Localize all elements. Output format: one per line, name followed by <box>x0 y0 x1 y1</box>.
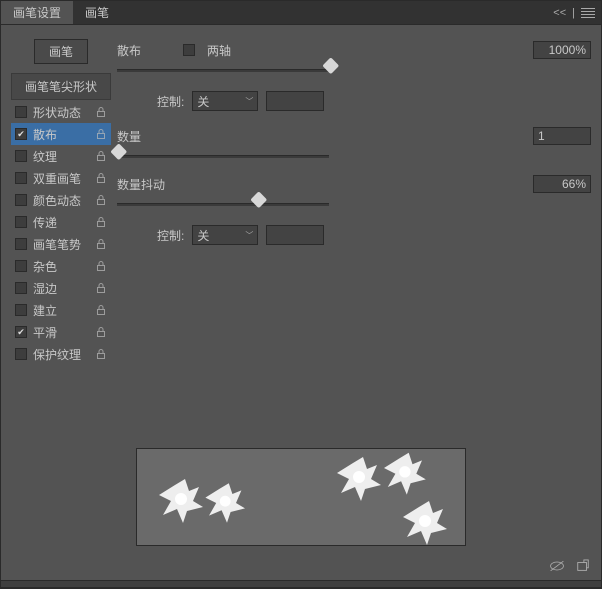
lock-icon[interactable] <box>95 282 107 294</box>
control-label: 控制: <box>157 93 184 110</box>
tab-brush[interactable]: 画笔 <box>73 1 121 24</box>
count-value[interactable]: 1 <box>533 127 591 145</box>
settings-main: 散布 两轴 1000% 控制: 关 ﹀ 数量 1 <box>117 33 595 448</box>
sidebar-option-3[interactable]: 双重画笔 <box>11 167 111 189</box>
checkbox[interactable] <box>15 282 27 294</box>
sidebar-option-7[interactable]: 杂色 <box>11 255 111 277</box>
label: 画笔笔尖形状 <box>25 80 97 94</box>
sidebar-option-8[interactable]: 湿边 <box>11 277 111 299</box>
lock-icon[interactable] <box>95 194 107 206</box>
sidebar-option-10[interactable]: 平滑 <box>11 321 111 343</box>
scatter-label: 散布 <box>117 42 173 59</box>
checkbox[interactable] <box>15 106 27 118</box>
brush-preview <box>136 448 466 546</box>
sidebar-option-2[interactable]: 纹理 <box>11 145 111 167</box>
lock-icon[interactable] <box>95 304 107 316</box>
brush-presets-button[interactable]: 画笔 <box>34 39 88 64</box>
checkbox[interactable] <box>15 238 27 250</box>
checkbox[interactable] <box>15 326 27 338</box>
preview-svg <box>137 449 466 546</box>
scatter-control-select[interactable]: 关 ﹀ <box>192 91 258 111</box>
count-slider[interactable] <box>117 149 329 163</box>
option-label: 建立 <box>33 302 89 319</box>
sidebar-option-5[interactable]: 传递 <box>11 211 111 233</box>
checkbox[interactable] <box>15 216 27 228</box>
lock-icon[interactable] <box>95 260 107 272</box>
sidebar-option-1[interactable]: 散布 <box>11 123 111 145</box>
option-label: 纹理 <box>33 148 89 165</box>
chevron-down-icon: ﹀ <box>245 96 253 107</box>
sidebar-option-11[interactable]: 保护纹理 <box>11 343 111 365</box>
option-label: 双重画笔 <box>33 170 89 187</box>
lock-icon[interactable] <box>95 128 107 140</box>
chevron-down-icon: ﹀ <box>245 230 253 241</box>
checkbox[interactable] <box>15 260 27 272</box>
new-preset-icon[interactable] <box>575 559 591 573</box>
both-axes-checkbox[interactable] <box>183 44 195 56</box>
brush-tip-shape[interactable]: 画笔笔尖形状 <box>11 73 111 100</box>
resize-bar[interactable] <box>1 580 601 588</box>
select-value: 关 <box>197 227 209 244</box>
count-jitter-value[interactable]: 66% <box>533 175 591 193</box>
checkbox[interactable] <box>15 150 27 162</box>
lock-icon[interactable] <box>95 106 107 118</box>
checkbox[interactable] <box>15 128 27 140</box>
option-label: 传递 <box>33 214 89 231</box>
option-label: 保护纹理 <box>33 346 89 363</box>
count-label: 数量 <box>117 128 173 145</box>
tab-brush-settings[interactable]: 画笔设置 <box>1 1 73 24</box>
collapse-icon[interactable]: << <box>553 7 566 19</box>
tab-label: 画笔 <box>85 4 109 21</box>
checkbox[interactable] <box>15 172 27 184</box>
option-label: 杂色 <box>33 258 89 275</box>
jitter-control-value[interactable] <box>266 225 324 245</box>
toggle-preview-icon[interactable] <box>549 559 565 573</box>
tab-bar: 画笔设置 画笔 << | <box>1 1 601 25</box>
lock-icon[interactable] <box>95 238 107 250</box>
select-value: 关 <box>197 93 209 110</box>
count-jitter-label: 数量抖动 <box>117 176 173 193</box>
lock-icon[interactable] <box>95 348 107 360</box>
checkbox[interactable] <box>15 348 27 360</box>
lock-icon[interactable] <box>95 326 107 338</box>
sidebar-option-6[interactable]: 画笔笔势 <box>11 233 111 255</box>
option-label: 散布 <box>33 126 89 143</box>
lock-icon[interactable] <box>95 216 107 228</box>
scatter-value[interactable]: 1000% <box>533 41 591 59</box>
option-label: 画笔笔势 <box>33 236 89 253</box>
sidebar-option-4[interactable]: 颜色动态 <box>11 189 111 211</box>
checkbox[interactable] <box>15 194 27 206</box>
count-jitter-slider[interactable] <box>117 197 329 211</box>
option-label: 颜色动态 <box>33 192 89 209</box>
label: 画笔 <box>49 45 73 59</box>
control-label: 控制: <box>157 227 184 244</box>
tab-label: 画笔设置 <box>13 4 61 21</box>
brush-settings-panel: 画笔设置 画笔 << | 画笔 画笔笔尖形状 形状动态散布纹理双重画笔颜色动态传… <box>0 0 602 589</box>
scatter-control-value[interactable] <box>266 91 324 111</box>
scatter-slider[interactable] <box>117 63 329 77</box>
panel-menu-icon[interactable] <box>581 8 595 18</box>
both-axes-label: 两轴 <box>207 42 231 59</box>
sidebar-option-0[interactable]: 形状动态 <box>11 101 111 123</box>
lock-icon[interactable] <box>95 172 107 184</box>
jitter-control-select[interactable]: 关 ﹀ <box>192 225 258 245</box>
sidebar: 画笔 画笔笔尖形状 形状动态散布纹理双重画笔颜色动态传递画笔笔势杂色湿边建立平滑… <box>11 33 111 448</box>
option-label: 平滑 <box>33 324 89 341</box>
divider: | <box>572 7 575 19</box>
panel-footer <box>1 552 601 580</box>
sidebar-option-9[interactable]: 建立 <box>11 299 111 321</box>
lock-icon[interactable] <box>95 150 107 162</box>
option-label: 湿边 <box>33 280 89 297</box>
option-label: 形状动态 <box>33 104 89 121</box>
checkbox[interactable] <box>15 304 27 316</box>
